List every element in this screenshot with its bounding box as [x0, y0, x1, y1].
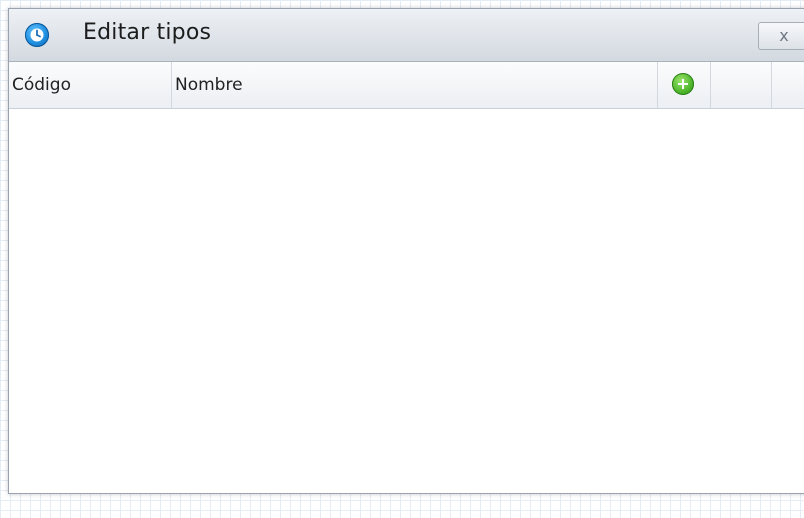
- grid-header: Código Nombre: [9, 62, 804, 109]
- title-bar[interactable]: Editar tipos x: [9, 9, 804, 62]
- add-icon[interactable]: [672, 73, 694, 95]
- grid-body: [9, 109, 804, 493]
- close-button[interactable]: x: [758, 22, 804, 50]
- column-header-empty-1: [711, 62, 772, 108]
- column-header-add: [658, 62, 711, 108]
- clock-icon: [25, 23, 49, 47]
- column-header-nombre[interactable]: Nombre: [172, 62, 658, 108]
- column-header-codigo[interactable]: Código: [9, 62, 172, 108]
- dialog-title: Editar tipos: [83, 20, 212, 45]
- column-header-empty-2: [772, 62, 804, 108]
- edit-types-dialog: Editar tipos x Código Nombre: [8, 8, 804, 494]
